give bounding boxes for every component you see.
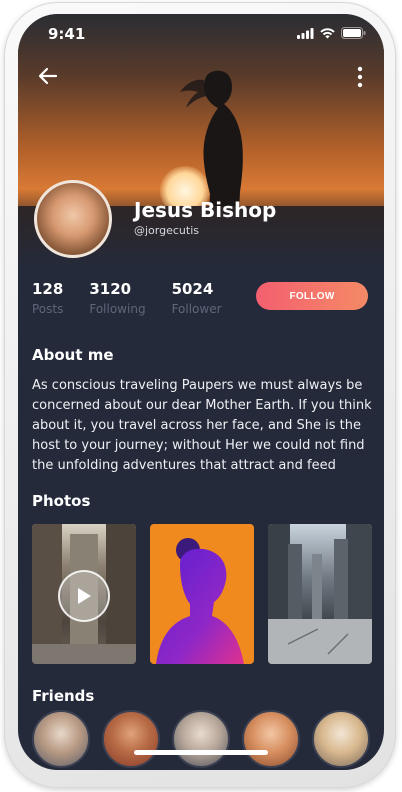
photo-city-road [268, 524, 372, 664]
about-title: About me [32, 346, 114, 364]
photos-row [32, 524, 372, 664]
stat-value: 3120 [89, 280, 132, 298]
back-arrow-icon[interactable] [36, 64, 60, 88]
play-button[interactable] [58, 570, 110, 622]
status-icons [297, 27, 366, 39]
stat-value: 5024 [171, 280, 214, 298]
stat-follower[interactable]: 5024 Follower [172, 280, 222, 316]
status-bar: 9:41 [18, 14, 384, 54]
photos-title: Photos [32, 492, 91, 510]
stat-label: Following [89, 302, 146, 316]
friend-avatar[interactable] [102, 710, 160, 768]
profile-avatar[interactable] [34, 180, 112, 258]
friend-avatar[interactable] [32, 710, 90, 768]
battery-icon [341, 27, 366, 39]
photo-item-portrait[interactable] [150, 524, 254, 664]
about-text: As conscious traveling Paupers we must a… [32, 378, 372, 473]
photo-item-city[interactable] [268, 524, 372, 664]
stat-posts[interactable]: 128 Posts [32, 280, 63, 316]
stat-following[interactable]: 3120 Following [89, 280, 145, 316]
profile-name: Jesus Bishop [134, 198, 277, 222]
profile-stats: 128 Posts 3120 Following 5024 Follower [32, 280, 222, 316]
friend-avatar[interactable] [242, 710, 300, 768]
wifi-icon [320, 27, 335, 38]
photo-item-video[interactable] [32, 524, 136, 664]
signal-icon [297, 27, 314, 39]
stat-label: Follower [171, 302, 222, 316]
more-vertical-icon[interactable] [356, 66, 364, 88]
stat-label: Posts [32, 302, 64, 316]
friends-title: Friends [32, 687, 95, 705]
friend-avatar[interactable] [312, 710, 370, 768]
friends-row [32, 710, 370, 768]
play-icon [78, 588, 91, 604]
friend-avatar[interactable] [172, 710, 230, 768]
photo-portrait-art [156, 538, 244, 664]
profile-screen: 9:41 Jesus Bishop @jorgecutis 128 Posts … [18, 14, 384, 770]
home-indicator[interactable] [134, 750, 268, 755]
follow-button[interactable]: FOLLOW [256, 282, 368, 310]
stat-value: 128 [32, 280, 64, 298]
profile-handle: @jorgecutis [134, 224, 199, 237]
status-time: 9:41 [48, 25, 86, 43]
